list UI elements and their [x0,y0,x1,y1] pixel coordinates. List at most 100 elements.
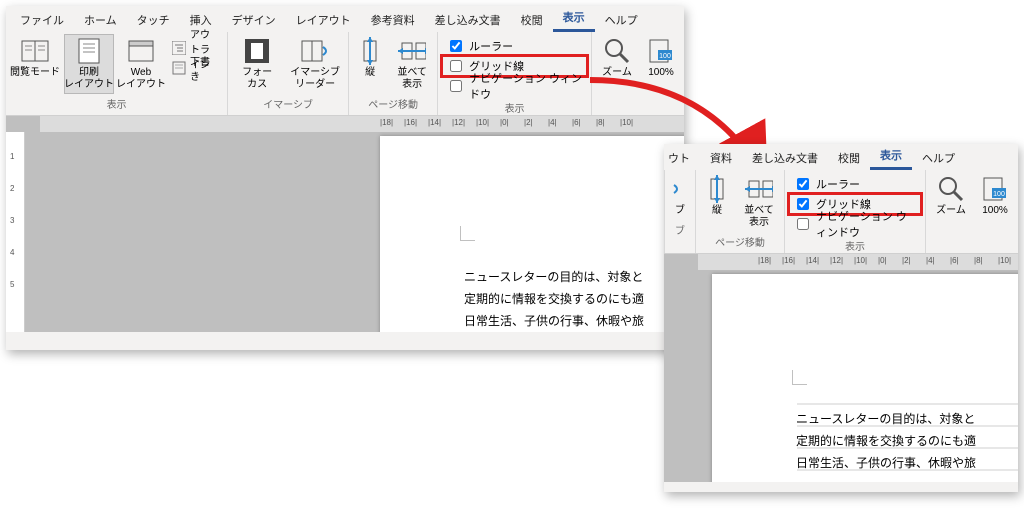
tab-layout-2[interactable]: ウト [664,146,700,170]
tab-view[interactable]: 表示 [553,5,595,32]
sidebyside-icon-2 [745,175,773,203]
tab-strip: ファイル ホーム タッチ 挿入 デザイン レイアウト 参考資料 差し込み文書 校… [6,6,684,32]
read-mode-label: 閲覧モード [10,67,60,79]
page-2: ニュースレターの目的は、対象と 定期的に情報を交換するのにも適 日常生活、子供の… [712,274,1018,482]
ruler-check-input[interactable] [450,40,462,52]
sidebyside-label: 並べて 表示 [397,67,427,91]
outline-icon [172,41,186,55]
tab-design[interactable]: デザイン [222,8,286,32]
nav-label: ナビゲーション ウィンドウ [469,70,583,102]
group-views-label: 表示 [107,96,127,109]
vertical-button[interactable]: 縦 [353,34,387,82]
group-show: ルーラー グリッド線 ナビゲーション ウィンドウ 表示 [438,32,592,115]
zoom-button[interactable]: ズーム [596,34,638,82]
sidebyside-button-2[interactable]: 並べて 表示 [738,172,780,232]
zoom-100-button[interactable]: 100 100% [642,34,680,82]
nav-check-input[interactable] [450,80,462,92]
zoom-100-label-2: 100% [982,205,1008,217]
doc-line-3: 日常生活、子供の行事、休暇や旅 [464,310,644,332]
group-immersive-label: イマーシブ [263,96,313,109]
ruler-checkbox[interactable]: ルーラー [442,36,587,56]
margin-marker-2 [792,370,807,385]
sidebyside-button[interactable]: 並べて 表示 [391,34,433,94]
zoom-icon [603,37,631,65]
vertical-ruler: 12345 [6,132,25,332]
ribbon-2: ブ ブ 縦 並べて 表示 ページ移動 [664,170,1018,254]
group-show-2: ルーラー グリッド線 ナビゲーション ウィンドウ 表示 [785,170,926,253]
tab-help[interactable]: ヘルプ [595,8,648,32]
tab-mail-2[interactable]: 差し込み文書 [742,146,828,170]
tab-ref-2[interactable]: 資料 [700,146,742,170]
zoom-label: ズーム [602,67,632,79]
group-pagemove-label: ページ移動 [368,96,418,109]
ruler-label: ルーラー [469,38,513,54]
tab-help-2[interactable]: ヘルプ [912,146,965,170]
margin-marker [460,226,475,241]
group-views: 閲覧モード 印刷 レイアウト Web レイアウト [6,32,228,115]
immersive-reader-button-2-partial[interactable]: ブ [669,172,691,220]
vertical-button-2[interactable]: 縦 [700,172,734,220]
read-mode-icon [21,37,49,65]
nav-checkbox-2[interactable]: ナビゲーション ウィンドウ [789,214,921,234]
zoom-100-label: 100% [648,67,674,79]
immersive-reader-icon-2 [672,175,688,203]
nav-checkbox[interactable]: ナビゲーション ウィンドウ [442,76,587,96]
web-layout-button[interactable]: Web レイアウト [118,34,164,94]
print-layout-icon [75,37,103,65]
vertical-label: 縦 [365,67,375,79]
vertical-icon-2 [703,175,731,203]
group-zoom: ズーム 100 100% [592,32,684,115]
group-zoom-2: ズーム 100 100% [926,170,1018,253]
web-layout-icon [127,37,155,65]
ruler-checkbox-2[interactable]: ルーラー [789,174,921,194]
document-area-2: |18||16||14||12||10||0||2||4||6||8||10| … [664,254,1018,482]
web-layout-label: Web レイアウト [116,67,166,91]
screenshot-after: ウト 資料 差し込み文書 校閲 表示 ヘルプ ブ ブ [664,144,1018,492]
document-area: |18||16||14||12||10||0||2||4||6||8||10| … [6,116,684,332]
doc-line-2: 定期的に情報を交換するのにも適 [464,288,644,310]
tab-touch[interactable]: タッチ [127,8,180,32]
tab-review[interactable]: 校閲 [511,8,553,32]
nav-label-2: ナビゲーション ウィンドウ [816,208,917,240]
nav-check-input-2[interactable] [797,218,809,230]
tab-file[interactable]: ファイル [10,8,74,32]
gridlines-check-input-2[interactable] [797,198,809,210]
group-pagemove: 縦 並べて 表示 ページ移動 [349,32,438,115]
doc-line-1-2: ニュースレターの目的は、対象と [796,408,975,430]
vertical-label-2: 縦 [712,205,722,217]
tab-view-2[interactable]: 表示 [870,143,912,170]
draft-button[interactable]: 下書き [168,58,223,78]
tab-layout[interactable]: レイアウト [286,8,361,32]
svg-text:100: 100 [659,53,671,60]
svg-text:100: 100 [993,191,1005,198]
screenshot-before: ファイル ホーム タッチ 挿入 デザイン レイアウト 参考資料 差し込み文書 校… [6,6,684,350]
horizontal-ruler-2: |18||16||14||12||10||0||2||4||6||8||10| [698,254,1018,270]
ruler-check-input-2[interactable] [797,178,809,190]
ruler-label-2: ルーラー [816,176,860,192]
zoom-button-2[interactable]: ズーム [930,172,972,220]
sidebyside-icon [398,37,426,65]
group-immersive-2: ブ ブ [664,170,696,253]
zoom-icon-2 [937,175,965,203]
gridlines-check-input[interactable] [450,60,462,72]
page: ニュースレターの目的は、対象と 定期的に情報を交換するのにも適 日常生活、子供の… [380,136,684,332]
doc-line-3-2: 日常生活、子供の行事、休暇や旅 [796,452,976,474]
ribbon: 閲覧モード 印刷 レイアウト Web レイアウト [6,32,684,116]
horizontal-ruler: |18||16||14||12||10||0||2||4||6||8||10| [40,116,684,132]
doc-line-1: ニュースレターの目的は、対象と [464,266,643,288]
zoom-100-icon-2: 100 [981,175,1009,203]
immersive-reader-button[interactable]: イマーシブ リーダー [286,34,344,94]
group-show-label-2: 表示 [845,238,865,251]
print-layout-button[interactable]: 印刷 レイアウト [64,34,114,94]
draft-label: 下書き [190,53,219,83]
tab-home[interactable]: ホーム [74,8,127,32]
read-mode-button[interactable]: 閲覧モード [10,34,60,82]
sidebyside-label-2: 並べて 表示 [744,205,774,229]
focus-button[interactable]: フォー カス [232,34,282,94]
immersive-reader-icon [301,37,329,65]
zoom-100-icon: 100 [647,37,675,65]
tab-mail[interactable]: 差し込み文書 [425,8,511,32]
zoom-100-button-2[interactable]: 100 100% [976,172,1014,220]
tab-review-2[interactable]: 校閲 [828,146,870,170]
tab-ref[interactable]: 参考資料 [361,8,425,32]
